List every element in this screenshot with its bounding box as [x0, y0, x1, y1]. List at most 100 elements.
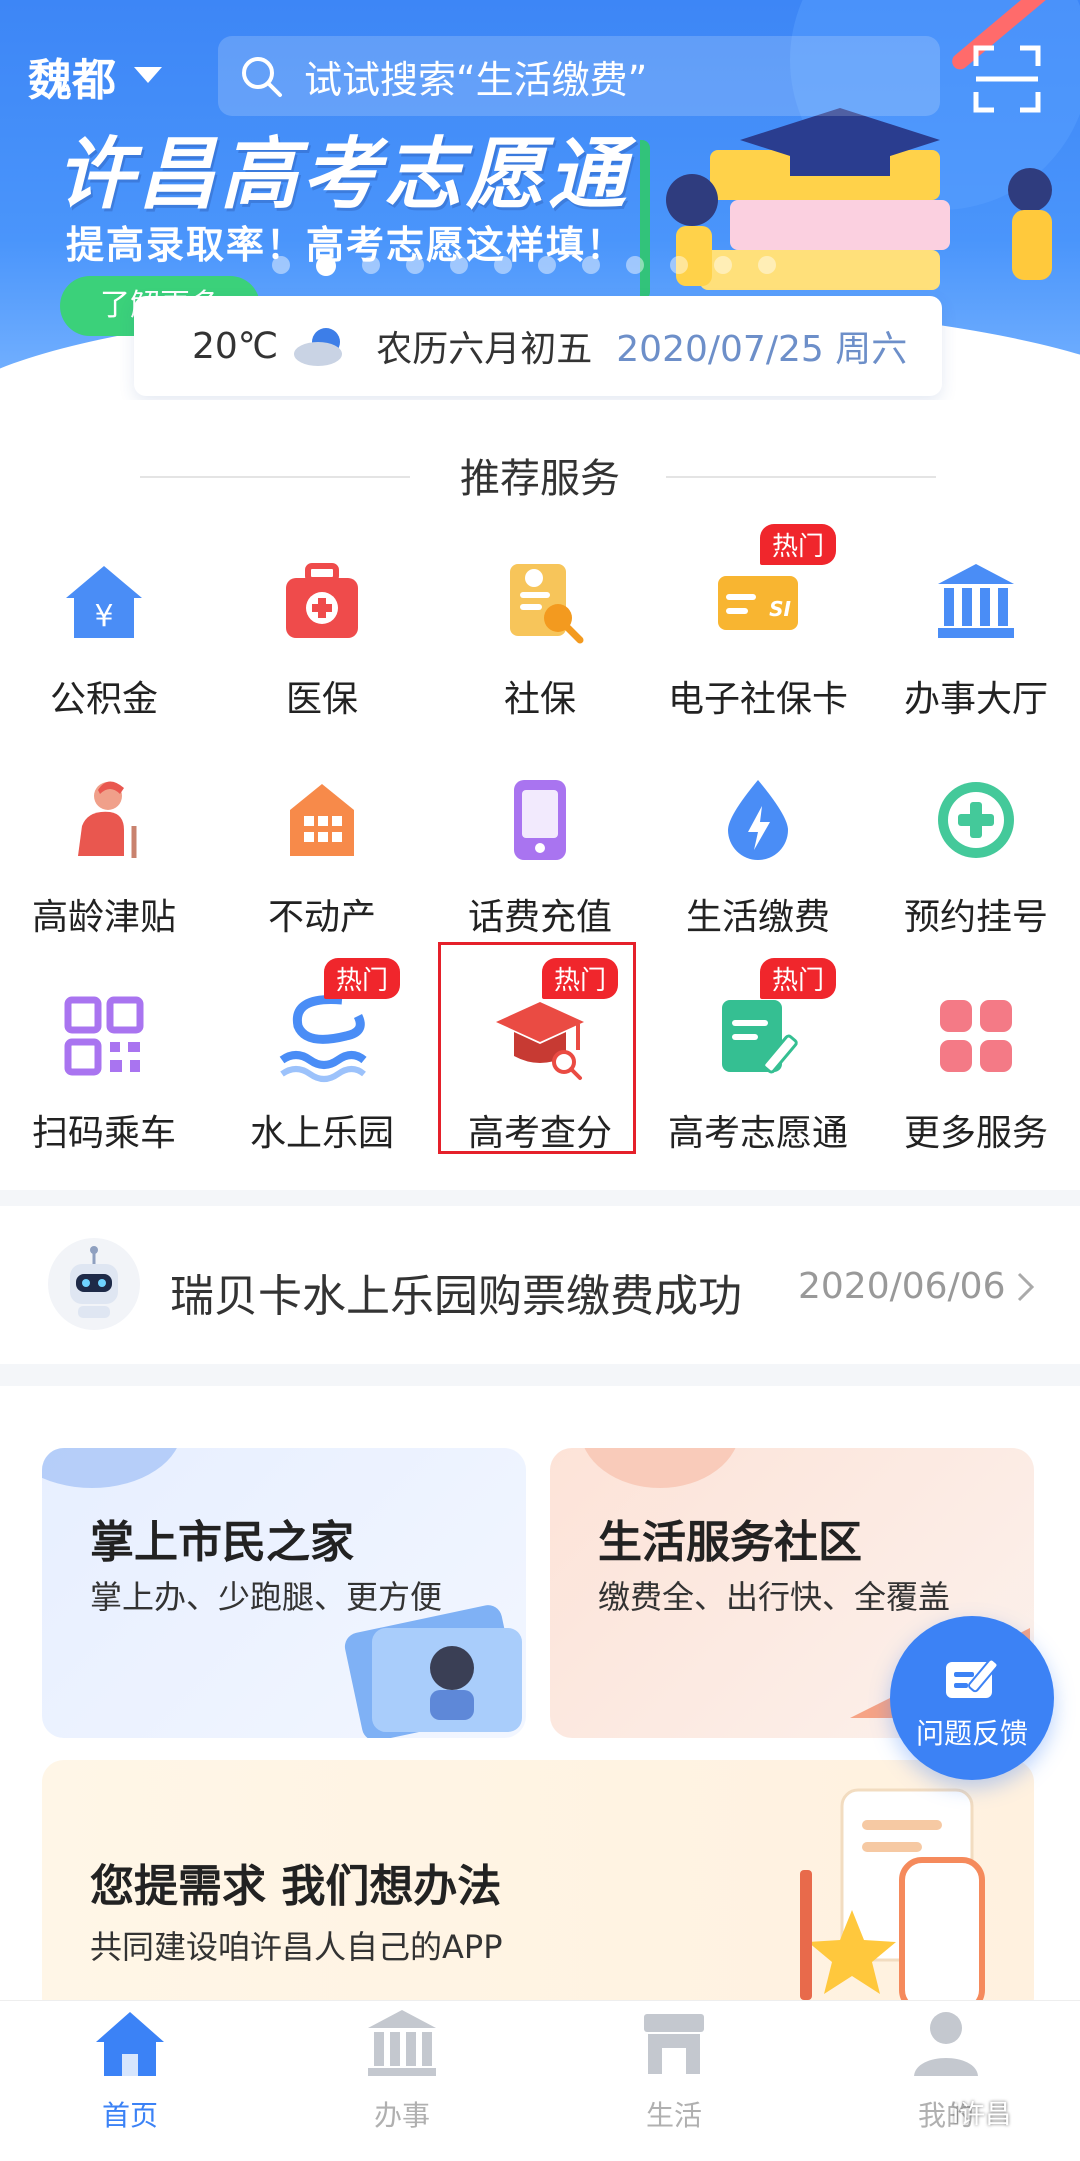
- service-item[interactable]: 办事大厅: [876, 552, 1076, 722]
- search-placeholder: 试试搜索“生活缴费”: [304, 57, 648, 102]
- pagination-dot[interactable]: [362, 256, 380, 274]
- service-item[interactable]: 更多服务: [876, 986, 1076, 1156]
- pagination-dot[interactable]: [626, 256, 644, 274]
- elderly-icon: [54, 770, 154, 870]
- social-security-icon: [490, 552, 590, 652]
- service-item[interactable]: ¥ 公积金: [4, 552, 204, 722]
- service-item[interactable]: 扫码乘车: [4, 986, 204, 1156]
- city-selector[interactable]: 魏都: [28, 44, 162, 108]
- phone-icon: [490, 770, 590, 870]
- service-label: 扫码乘车: [31, 1113, 176, 1154]
- tab-home[interactable]: 首页: [40, 2004, 220, 2134]
- service-item[interactable]: 预约挂号: [876, 770, 1076, 940]
- hot-badge: 热门: [760, 958, 837, 999]
- hall-building-icon: [926, 552, 1026, 652]
- pagination-dot[interactable]: [758, 256, 776, 274]
- service-item[interactable]: 热门水上乐园: [222, 958, 422, 1156]
- search-icon: [218, 36, 304, 116]
- chevron-down-icon: [134, 67, 162, 83]
- service-label: 公积金: [49, 679, 158, 720]
- medical-plus-icon: [926, 770, 1026, 870]
- tab-label: 生活: [645, 2099, 702, 2132]
- card-citizen-home[interactable]: 掌上市民之家 掌上办、少跑腿、更方便: [42, 1448, 526, 1738]
- pagination-dot[interactable]: [538, 256, 556, 274]
- service-item[interactable]: 医保: [222, 552, 422, 722]
- calendar-date: 2020/07/25 周六: [616, 329, 908, 370]
- qr-code-icon: [54, 986, 154, 1086]
- cloudy-icon: [294, 328, 343, 366]
- shop-icon: [644, 2014, 704, 2074]
- lunar-date: 农历六月初五: [376, 329, 593, 370]
- chevron-right-icon: [1017, 1272, 1035, 1302]
- pagination-dot[interactable]: [582, 256, 600, 274]
- highlight-box: [438, 942, 636, 1154]
- service-item[interactable]: 高龄津贴: [4, 770, 204, 940]
- service-label: 办事大厅: [903, 679, 1048, 720]
- pagination-dot[interactable]: [670, 256, 688, 274]
- water-slide-icon: 热门: [272, 958, 401, 1086]
- watermark: i许昌: [952, 2100, 1012, 2130]
- pagination-dot[interactable]: [494, 256, 512, 274]
- service-item[interactable]: SI 热门电子社保卡: [658, 524, 858, 722]
- utility-drop-icon: [708, 770, 808, 870]
- pagination-dot[interactable]: [714, 256, 732, 274]
- card-subtitle: 共同建设咱许昌人自己的APP: [90, 1928, 503, 1966]
- service-label: 社保: [503, 679, 576, 720]
- search-input[interactable]: 试试搜索“生活缴费”: [218, 36, 940, 116]
- service-label: 更多服务: [903, 1113, 1048, 1154]
- card-title: 您提需求 我们想办法: [90, 1861, 502, 1912]
- service-item[interactable]: 社保: [440, 552, 640, 722]
- hall-icon: [368, 2010, 436, 2076]
- service-label: 话费充值: [467, 897, 612, 938]
- card-title: 生活服务社区: [598, 1517, 862, 1568]
- service-item[interactable]: 不动产: [222, 770, 422, 940]
- feedback-button[interactable]: 问题反馈: [890, 1616, 1054, 1780]
- notice-date-text: 2020/06/06: [798, 1266, 1006, 1307]
- banner-pagination: [272, 256, 776, 276]
- hot-badge: 热门: [324, 958, 401, 999]
- weather-card: 20℃ 农历六月初五 2020/07/25 周六: [134, 296, 942, 396]
- decor-shape: [42, 1448, 182, 1488]
- svg-text:¥: ¥: [94, 599, 113, 634]
- robot-avatar: [48, 1238, 140, 1330]
- service-item[interactable]: 生活缴费: [658, 770, 858, 940]
- user-icon: [914, 2012, 978, 2076]
- card-title: 掌上市民之家: [90, 1517, 354, 1568]
- id-card-icon: [344, 1605, 522, 1738]
- tab-affairs[interactable]: 办事: [312, 2004, 492, 2134]
- service-label: 电子社保卡: [667, 679, 848, 720]
- divider: [666, 476, 936, 478]
- services-title: 推荐服务: [460, 456, 620, 502]
- hot-badge: 热门: [760, 524, 837, 565]
- feedback-label: 问题反馈: [915, 1717, 1028, 1750]
- home-icon: [96, 2012, 164, 2076]
- service-item[interactable]: 话费充值: [440, 770, 640, 940]
- decor-shape: [580, 1448, 740, 1488]
- service-label: 不动产: [267, 897, 376, 938]
- pagination-dot[interactable]: [406, 256, 424, 274]
- city-label: 魏都: [28, 55, 116, 106]
- si-card-icon: SI 热门: [708, 524, 837, 652]
- fund-house-icon: ¥: [54, 552, 154, 652]
- pagination-dot[interactable]: [272, 256, 290, 274]
- service-label: 医保: [285, 679, 358, 720]
- service-label: 生活缴费: [685, 897, 830, 938]
- pagination-dot[interactable]: [316, 256, 336, 276]
- tab-label: 首页: [101, 2099, 158, 2132]
- temperature: 20℃: [192, 325, 279, 367]
- pagination-dot[interactable]: [450, 256, 468, 274]
- medical-kit-icon: [272, 552, 372, 652]
- scan-icon[interactable]: [972, 44, 1042, 114]
- tab-label: 办事: [373, 2099, 430, 2132]
- notice-date: 2020/06/06: [798, 1266, 1035, 1307]
- service-label: 水上乐园: [249, 1113, 394, 1154]
- service-label: 高考志愿通: [667, 1113, 848, 1154]
- service-item[interactable]: 热门高考志愿通: [658, 958, 858, 1156]
- banner-title: 许昌高考志愿通: [56, 130, 631, 220]
- service-label: 高龄津贴: [31, 897, 176, 938]
- card-feedback-request[interactable]: 您提需求 我们想办法 共同建设咱许昌人自己的APP: [42, 1760, 1034, 2020]
- edit-note-icon: [946, 1658, 999, 1698]
- document-phone-icon: [800, 1788, 985, 2013]
- svg-text:SI: SI: [769, 597, 791, 621]
- tab-life[interactable]: 生活: [584, 2004, 764, 2134]
